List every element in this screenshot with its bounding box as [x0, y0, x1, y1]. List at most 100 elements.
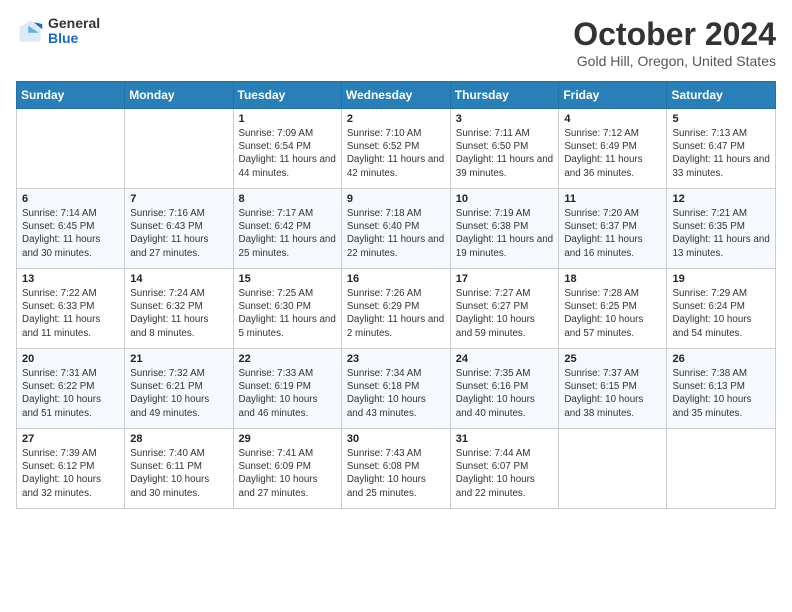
cell-info-text: Sunrise: 7:14 AMSunset: 6:45 PMDaylight:… [22, 207, 119, 260]
calendar-cell [125, 109, 233, 189]
cell-info-text: Sunrise: 7:09 AMSunset: 6:54 PMDaylight:… [239, 127, 336, 180]
cell-day-number: 16 [347, 273, 445, 285]
logo-general-label: General [48, 16, 100, 31]
col-tuesday: Tuesday [233, 82, 341, 109]
calendar-cell: 20 Sunrise: 7:31 AMSunset: 6:22 PMDayligh… [17, 349, 125, 429]
calendar-cell: 13Sunrise: 7:22 AMSunset: 6:33 PMDayligh… [17, 269, 125, 349]
calendar-week-2: 13Sunrise: 7:22 AMSunset: 6:33 PMDayligh… [17, 269, 776, 349]
calendar-cell: 24Sunrise: 7:35 AMSunset: 6:16 PMDayligh… [450, 349, 559, 429]
cell-day-number: 12 [672, 193, 770, 205]
calendar-cell: 3 Sunrise: 7:11 AMSunset: 6:50 PMDaylight… [450, 109, 559, 189]
cell-info-text: Sunrise: 7:20 AMSunset: 6:37 PMDaylight:… [564, 207, 661, 260]
calendar-cell [559, 429, 667, 509]
cell-info-text: Sunrise: 7:11 AMSunset: 6:50 PMDaylight:… [456, 127, 554, 180]
calendar-week-1: 6 Sunrise: 7:14 AMSunset: 6:45 PMDaylight… [17, 189, 776, 269]
calendar-cell: 19 Sunrise: 7:29 AMSunset: 6:24 PMDayligh… [667, 269, 776, 349]
calendar-cell: 25Sunrise: 7:37 AMSunset: 6:15 PMDayligh… [559, 349, 667, 429]
header-row: Sunday Monday Tuesday Wednesday Thursday… [17, 82, 776, 109]
col-saturday: Saturday [667, 82, 776, 109]
calendar-cell: 4 Sunrise: 7:12 AMSunset: 6:49 PMDaylight… [559, 109, 667, 189]
cell-day-number: 7 [130, 193, 227, 205]
calendar-cell: 6 Sunrise: 7:14 AMSunset: 6:45 PMDaylight… [17, 189, 125, 269]
col-sunday: Sunday [17, 82, 125, 109]
calendar-cell: 5Sunrise: 7:13 AMSunset: 6:47 PMDaylight… [667, 109, 776, 189]
cell-day-number: 14 [130, 273, 227, 285]
cell-info-text: Sunrise: 7:24 AMSunset: 6:32 PMDaylight:… [130, 287, 227, 340]
cell-info-text: Sunrise: 7:22 AMSunset: 6:33 PMDaylight:… [22, 287, 119, 340]
cell-day-number: 23 [347, 353, 445, 365]
calendar-week-4: 27 Sunrise: 7:39 AMSunset: 6:12 PMDayligh… [17, 429, 776, 509]
cell-info-text: Sunrise: 7:41 AMSunset: 6:09 PMDaylight:… [239, 447, 336, 500]
calendar-cell: 28 Sunrise: 7:40 AMSunset: 6:11 PMDayligh… [125, 429, 233, 509]
cell-info-text: Sunrise: 7:19 AMSunset: 6:38 PMDaylight:… [456, 207, 554, 260]
cell-day-number: 6 [22, 193, 119, 205]
cell-info-text: Sunrise: 7:12 AMSunset: 6:49 PMDaylight:… [564, 127, 661, 180]
page-header: General Blue October 2024 Gold Hill, Ore… [16, 16, 776, 69]
cell-info-text: Sunrise: 7:31 AMSunset: 6:22 PMDaylight:… [22, 367, 119, 420]
cell-info-text: Sunrise: 7:33 AMSunset: 6:19 PMDaylight:… [239, 367, 336, 420]
cell-info-text: Sunrise: 7:25 AMSunset: 6:30 PMDaylight:… [239, 287, 336, 340]
calendar-cell: 7 Sunrise: 7:16 AMSunset: 6:43 PMDaylight… [125, 189, 233, 269]
calendar-week-3: 20 Sunrise: 7:31 AMSunset: 6:22 PMDayligh… [17, 349, 776, 429]
calendar-cell: 2Sunrise: 7:10 AMSunset: 6:52 PMDaylight… [341, 109, 450, 189]
calendar-header: Sunday Monday Tuesday Wednesday Thursday… [17, 82, 776, 109]
cell-info-text: Sunrise: 7:13 AMSunset: 6:47 PMDaylight:… [672, 127, 770, 180]
calendar-body: 1 Sunrise: 7:09 AMSunset: 6:54 PMDaylight… [17, 109, 776, 509]
calendar-cell [667, 429, 776, 509]
cell-day-number: 19 [672, 273, 770, 285]
col-thursday: Thursday [450, 82, 559, 109]
calendar-cell: 16Sunrise: 7:26 AMSunset: 6:29 PMDayligh… [341, 269, 450, 349]
calendar-cell: 21Sunrise: 7:32 AMSunset: 6:21 PMDayligh… [125, 349, 233, 429]
calendar-cell [17, 109, 125, 189]
logo-icon [16, 17, 44, 45]
title-block: October 2024 Gold Hill, Oregon, United S… [573, 16, 776, 69]
calendar-cell: 15 Sunrise: 7:25 AMSunset: 6:30 PMDayligh… [233, 269, 341, 349]
cell-day-number: 4 [564, 113, 661, 125]
cell-info-text: Sunrise: 7:16 AMSunset: 6:43 PMDaylight:… [130, 207, 227, 260]
cell-info-text: Sunrise: 7:18 AMSunset: 6:40 PMDaylight:… [347, 207, 445, 260]
calendar-cell: 12 Sunrise: 7:21 AMSunset: 6:35 PMDayligh… [667, 189, 776, 269]
cell-day-number: 2 [347, 113, 445, 125]
cell-day-number: 24 [456, 353, 554, 365]
cell-day-number: 22 [239, 353, 336, 365]
cell-info-text: Sunrise: 7:43 AMSunset: 6:08 PMDaylight:… [347, 447, 445, 500]
cell-info-text: Sunrise: 7:40 AMSunset: 6:11 PMDaylight:… [130, 447, 227, 500]
cell-day-number: 28 [130, 433, 227, 445]
cell-info-text: Sunrise: 7:28 AMSunset: 6:25 PMDaylight:… [564, 287, 661, 340]
cell-day-number: 20 [22, 353, 119, 365]
cell-day-number: 9 [347, 193, 445, 205]
logo-blue-label: Blue [48, 31, 100, 46]
calendar-cell: 30 Sunrise: 7:43 AMSunset: 6:08 PMDayligh… [341, 429, 450, 509]
cell-day-number: 27 [22, 433, 119, 445]
cell-day-number: 3 [456, 113, 554, 125]
calendar-cell: 29 Sunrise: 7:41 AMSunset: 6:09 PMDayligh… [233, 429, 341, 509]
calendar-cell: 17Sunrise: 7:27 AMSunset: 6:27 PMDayligh… [450, 269, 559, 349]
calendar-week-0: 1 Sunrise: 7:09 AMSunset: 6:54 PMDaylight… [17, 109, 776, 189]
calendar-cell: 23Sunrise: 7:34 AMSunset: 6:18 PMDayligh… [341, 349, 450, 429]
cell-info-text: Sunrise: 7:29 AMSunset: 6:24 PMDaylight:… [672, 287, 770, 340]
cell-day-number: 1 [239, 113, 336, 125]
cell-day-number: 8 [239, 193, 336, 205]
cell-day-number: 15 [239, 273, 336, 285]
calendar-cell: 31Sunrise: 7:44 AMSunset: 6:07 PMDayligh… [450, 429, 559, 509]
cell-day-number: 21 [130, 353, 227, 365]
cell-info-text: Sunrise: 7:39 AMSunset: 6:12 PMDaylight:… [22, 447, 119, 500]
logo: General Blue [16, 16, 100, 47]
calendar-cell: 1 Sunrise: 7:09 AMSunset: 6:54 PMDaylight… [233, 109, 341, 189]
cell-day-number: 30 [347, 433, 445, 445]
cell-info-text: Sunrise: 7:21 AMSunset: 6:35 PMDaylight:… [672, 207, 770, 260]
calendar-cell: 11 Sunrise: 7:20 AMSunset: 6:37 PMDayligh… [559, 189, 667, 269]
calendar-cell: 14 Sunrise: 7:24 AMSunset: 6:32 PMDayligh… [125, 269, 233, 349]
cell-day-number: 29 [239, 433, 336, 445]
cell-day-number: 17 [456, 273, 554, 285]
col-monday: Monday [125, 82, 233, 109]
calendar-cell: 8 Sunrise: 7:17 AMSunset: 6:42 PMDaylight… [233, 189, 341, 269]
logo-text: General Blue [48, 16, 100, 47]
calendar-cell: 18 Sunrise: 7:28 AMSunset: 6:25 PMDayligh… [559, 269, 667, 349]
cell-day-number: 10 [456, 193, 554, 205]
cell-info-text: Sunrise: 7:17 AMSunset: 6:42 PMDaylight:… [239, 207, 336, 260]
cell-day-number: 11 [564, 193, 661, 205]
cell-day-number: 26 [672, 353, 770, 365]
col-friday: Friday [559, 82, 667, 109]
cell-day-number: 18 [564, 273, 661, 285]
